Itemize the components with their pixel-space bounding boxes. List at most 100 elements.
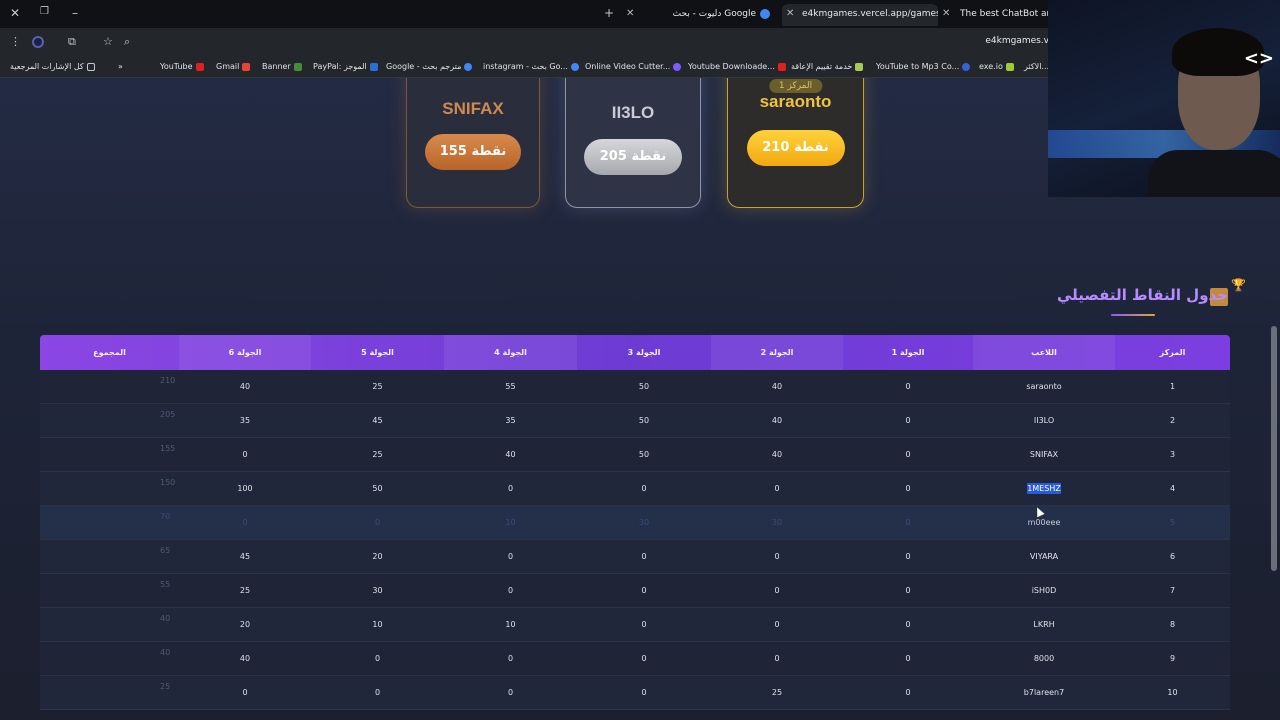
- bookmarks-overflow-icon[interactable]: »: [118, 62, 123, 71]
- new-tab-icon[interactable]: +: [604, 6, 614, 20]
- minimize-window-icon[interactable]: –: [72, 6, 78, 20]
- cell-r5: 50: [372, 484, 383, 493]
- banner-icon: [293, 62, 302, 71]
- cell-rank: 10: [1167, 688, 1178, 697]
- bookmark-gmail[interactable]: Gmail: [216, 62, 251, 71]
- bookmark-instagram[interactable]: instagram - بحث Go...: [483, 62, 579, 71]
- tab-chatbot[interactable]: ✕ The best ChatBot and Wi: [938, 4, 1058, 26]
- tab-title: The best ChatBot and Wi: [960, 9, 1058, 19]
- cell-r2: 0: [774, 552, 780, 561]
- cell-r3: 50: [638, 382, 650, 391]
- close-tab-icon[interactable]: ✕: [626, 4, 634, 24]
- cell-r3: 30: [638, 518, 650, 527]
- bookmark-video-cutter[interactable]: Online Video Cutter...: [585, 62, 682, 71]
- cell-r6: 0: [242, 450, 248, 459]
- cell-rank: 3: [1169, 450, 1176, 459]
- google-icon: [464, 62, 473, 71]
- bookmark-exe-io[interactable]: exe.io: [979, 62, 1014, 71]
- downloader-icon: [777, 62, 786, 71]
- close-window-icon[interactable]: ✕: [10, 6, 20, 20]
- table-row[interactable]: 210 40 25 55 50 40 0 saraonto 1: [40, 370, 1230, 404]
- bookmark-more[interactable]: الاكثر...: [1024, 62, 1049, 71]
- cell-r5: 0: [374, 654, 381, 663]
- cell-r2: 30: [771, 518, 783, 527]
- cell-r4: 0: [507, 484, 514, 493]
- cell-r1: 0: [905, 450, 911, 459]
- cell-r2: 0: [774, 586, 780, 595]
- webcam-overlay: <>: [1048, 0, 1280, 197]
- address-bar[interactable]: e4kmgames.v: [120, 31, 1055, 53]
- close-tab-icon[interactable]: ✕: [786, 4, 794, 24]
- table-row[interactable]: 40 40 0 0 0 0 0 8000 9: [40, 642, 1230, 676]
- menu-icon[interactable]: ⋮: [10, 35, 21, 48]
- header-player: اللاعب: [973, 335, 1115, 370]
- cell-r2: 40: [771, 450, 783, 459]
- cell-r2: 25: [771, 688, 783, 697]
- cell-rank: 1: [1169, 382, 1176, 391]
- cell-r6: 40: [239, 382, 251, 391]
- profile-avatar[interactable]: [32, 36, 44, 48]
- cell-r5: 0: [374, 518, 381, 527]
- podium-card-first: المركز 1 saraonto 210 نقطة: [727, 78, 864, 208]
- address-url: e4kmgames.v: [985, 36, 1049, 46]
- trophy-icon: 🏆: [1231, 278, 1246, 292]
- bookmark-translate[interactable]: Google - مترجم بحث: [386, 62, 473, 71]
- cell-r1: 0: [905, 688, 911, 697]
- cell-r1: 0: [905, 552, 911, 561]
- cell-player: LKRH: [1033, 620, 1055, 629]
- close-tab-icon[interactable]: ✕: [942, 4, 950, 24]
- podium-points-badge: 210 نقطة: [746, 130, 845, 166]
- table-row[interactable]: 155 0 25 40 50 40 0 SNIFAX 3: [40, 438, 1230, 472]
- cell-r3: 0: [641, 484, 647, 493]
- table-row[interactable]: 150 100 50 0 0 0 0 1MESHZ 4: [40, 472, 1230, 506]
- bookmark-disability-service[interactable]: خدمة تقييم الإعاقة: [791, 62, 864, 71]
- restore-window-icon[interactable]: ❐: [40, 6, 49, 17]
- table-header: المجموع الجولة 6 الجولة 5 الجولة 4 الجول…: [40, 335, 1230, 370]
- cell-r3: 50: [638, 450, 650, 459]
- streamer-logo-icon: <>: [1243, 48, 1274, 69]
- cell-r1: 0: [905, 586, 911, 595]
- page-scrollbar[interactable]: [1271, 326, 1277, 571]
- cell-r3: 0: [641, 654, 647, 663]
- cell-r1: 0: [905, 382, 911, 391]
- extensions-icon[interactable]: ⧉: [68, 35, 76, 49]
- gmail-icon: [242, 62, 251, 71]
- table-row[interactable]: 40 20 10 10 0 0 0 LKRH 8: [40, 608, 1230, 642]
- paypal-icon: [369, 62, 378, 71]
- header-round-5: الجولة 5: [361, 348, 394, 357]
- bookmark-paypal[interactable]: PayPal: الموجز: [313, 62, 378, 71]
- podium-player-name: SNIFAX: [442, 99, 504, 118]
- cell-rank: 5: [1169, 518, 1176, 527]
- bookmark-youtube-downloader[interactable]: Youtube Downloade...: [688, 62, 786, 71]
- cell-rank: 9: [1169, 654, 1176, 663]
- folder-icon: [86, 62, 95, 71]
- bookmark-star-icon[interactable]: ☆: [103, 35, 113, 48]
- bookmark-yt-mp3[interactable]: YouTube to Mp3 Co...: [876, 62, 971, 71]
- cell-player: SNIFAX: [1029, 450, 1059, 459]
- cell-player: VIYARA: [1029, 552, 1059, 561]
- table-row[interactable]: 55 25 30 0 0 0 0 iSH0D 7: [40, 574, 1230, 608]
- table-row[interactable]: 25 0 0 0 0 25 0 b7lareen7 10: [40, 676, 1230, 710]
- cell-player: iSH0D: [1031, 586, 1057, 595]
- rank-badge: المركز 1: [768, 79, 823, 93]
- cell-r6: 25: [239, 586, 251, 595]
- cell-r4: 40: [505, 450, 516, 459]
- cell-r1: 0: [905, 518, 911, 527]
- cell-r5: 30: [372, 586, 383, 595]
- cell-r5: 45: [372, 416, 383, 425]
- table-row[interactable]: 65 45 20 0 0 0 0 VIYARA 6: [40, 540, 1230, 574]
- exe-io-icon: [1005, 62, 1014, 71]
- cell-player: saraonto: [1026, 382, 1062, 391]
- cell-r2: 40: [771, 382, 783, 391]
- podium-player-name: II3LO: [611, 103, 655, 122]
- bookmark-all[interactable]: كل الإشارات المرجعية: [10, 62, 95, 71]
- bookmark-youtube[interactable]: YouTube: [160, 62, 204, 71]
- table-row[interactable]: 70 0 0 10 30 30 0 m00eee 5: [40, 506, 1230, 540]
- bookmark-banner[interactable]: Banner: [262, 62, 302, 71]
- table-row[interactable]: 205 35 45 35 50 40 0 II3LO 2: [40, 404, 1230, 438]
- video-cutter-icon: [673, 62, 682, 71]
- cell-player: II3LO: [1033, 416, 1055, 425]
- tab-google-search[interactable]: ✕ دليوت - بحث Google: [622, 4, 782, 26]
- cell-r1: 0: [905, 484, 911, 493]
- tab-e4kmgames[interactable]: ✕ e4kmgames.vercel.app/games/: [782, 4, 938, 26]
